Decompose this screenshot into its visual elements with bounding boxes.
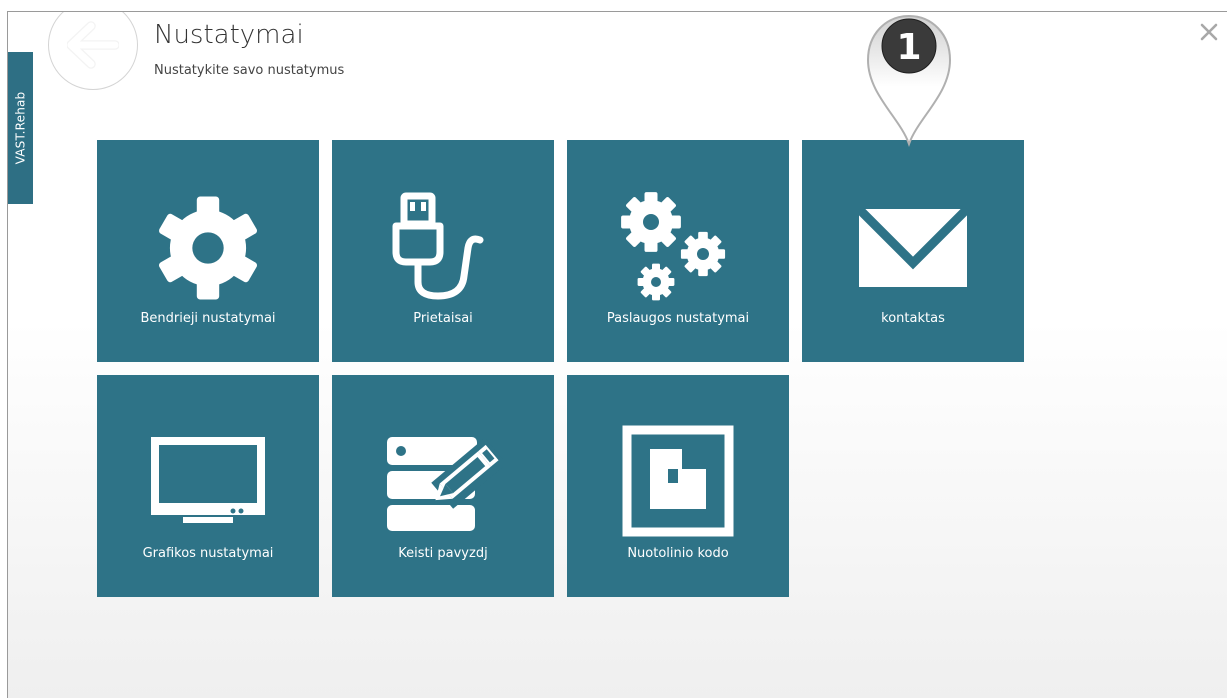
app-side-tab[interactable]: VAST.Rehab	[8, 52, 33, 204]
tile-label: Bendrieji nustatymai	[140, 311, 276, 326]
tile-graphics-settings[interactable]: Grafikos nustatymai	[97, 375, 319, 597]
tile-label: kontaktas	[881, 311, 945, 326]
tile-label: Paslaugos nustatymai	[606, 311, 750, 326]
page-title: Nustatymai	[154, 20, 304, 50]
marker-number: 1	[896, 27, 921, 68]
map-pin-icon: 1	[866, 14, 952, 148]
close-button[interactable]	[1197, 20, 1221, 44]
tile-devices[interactable]: Prietaisai	[332, 140, 554, 362]
tile-contact[interactable]: kontaktas	[802, 140, 1024, 362]
envelope-icon	[857, 206, 969, 287]
close-icon	[1200, 23, 1218, 41]
remote-code-icon	[622, 425, 734, 536]
tile-remote-code[interactable]: Nuotolinio kodo	[567, 375, 789, 597]
usb-cable-icon	[392, 192, 484, 300]
back-arrow-icon	[67, 21, 119, 69]
edit-template-icon	[387, 436, 503, 531]
tile-service-settings[interactable]: Paslaugos nustatymai	[567, 140, 789, 362]
tile-label: Nuotolinio kodo	[627, 546, 729, 561]
app-side-tab-label: VAST.Rehab	[13, 91, 28, 165]
tile-label: Keisti pavyzdj	[398, 546, 488, 561]
back-button[interactable]	[48, 12, 138, 90]
monitor-icon	[151, 436, 265, 523]
page-subtitle: Nustatykite savo nustatymus	[154, 63, 345, 78]
tile-label: Grafikos nustatymai	[142, 546, 274, 561]
settings-window: VAST.Rehab Nustatymai Nustatykite savo n…	[7, 11, 1227, 698]
tile-change-template[interactable]: Keisti pavyzdj	[332, 375, 554, 597]
tile-general-settings[interactable]: Bendrieji nustatymai	[97, 140, 319, 362]
tile-label: Prietaisai	[413, 311, 473, 326]
gears-icon	[621, 192, 726, 301]
gear-icon	[159, 195, 257, 300]
